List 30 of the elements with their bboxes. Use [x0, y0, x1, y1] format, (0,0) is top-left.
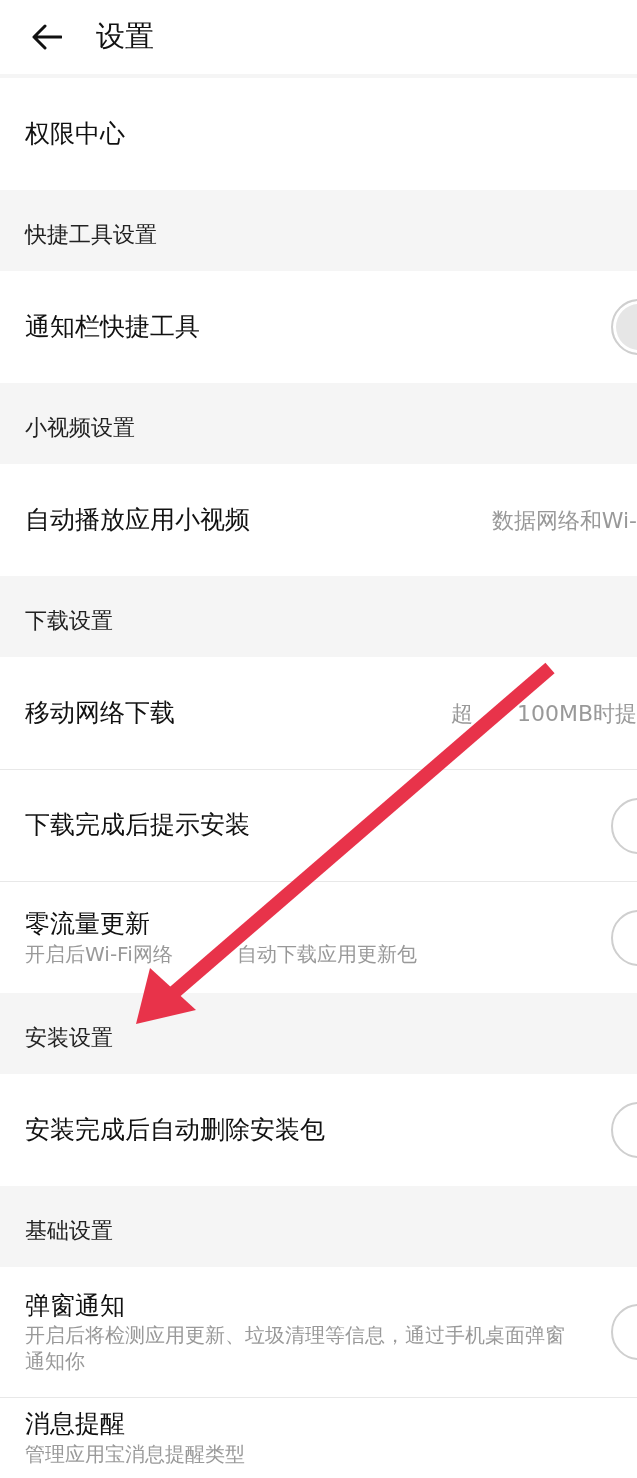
section-heading: 小视频设置 — [0, 383, 637, 464]
page-title: 设置 — [96, 18, 154, 56]
settings-row[interactable]: 移动网络下载 超 100MB时提 — [0, 657, 637, 769]
row-label: 下载完成后提示安装 — [25, 809, 250, 842]
row-label: 安装完成后自动删除安装包 — [25, 1113, 325, 1146]
row-description: 开启后将检测应用更新、垃圾清理等信息，通过手机桌面弹窗通知你 — [25, 1323, 565, 1374]
section-heading: 快捷工具设置 — [0, 190, 637, 271]
section-heading: 下载设置 — [0, 576, 637, 657]
row-label: 权限中心 — [25, 117, 125, 150]
settings-row[interactable]: 消息提醒 管理应用宝消息提醒类型 — [0, 1397, 637, 1477]
row-label: 通知栏快捷工具 — [25, 310, 200, 343]
section-heading: 基础设置 — [0, 1186, 637, 1267]
row-label: 弹窗通知 — [25, 1289, 126, 1322]
settings-row[interactable]: 安装完成后自动删除安装包 — [0, 1074, 637, 1186]
row-value: 100MB时提 — [516, 700, 637, 726]
back-icon[interactable] — [32, 24, 62, 50]
row-label: 消息提醒 — [25, 1408, 126, 1441]
row-value: 数据网络和Wi- — [491, 507, 637, 533]
settings-row[interactable]: 权限中心 — [0, 78, 637, 190]
row-label: 自动播放应用小视频 — [25, 503, 250, 536]
row-label: 零流量更新 — [25, 908, 151, 941]
settings-row[interactable]: 下载完成后提示安装 — [0, 769, 637, 881]
section-heading: 安装设置 — [0, 993, 637, 1074]
settings-row[interactable]: 弹窗通知 开启后将检测应用更新、垃圾清理等信息，通过手机桌面弹窗通知你 — [0, 1267, 637, 1397]
row-description: 管理应用宝消息提醒类型 — [25, 1441, 245, 1466]
row-label: 移动网络下载 — [25, 696, 175, 729]
settings-row[interactable]: 自动播放应用小视频 数据网络和Wi- — [0, 464, 637, 576]
row-description: 开启后Wi-Fi网络 — [25, 941, 173, 966]
row-value: 超 — [450, 700, 473, 726]
row-description: 自动下载应用更新包 — [236, 941, 417, 966]
